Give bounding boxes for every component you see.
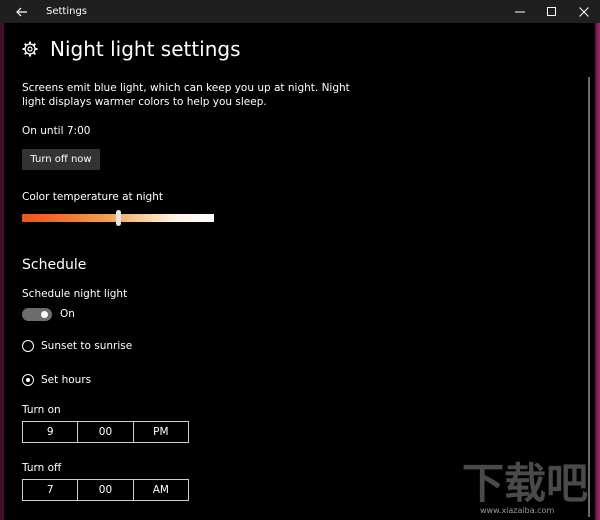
turn-on-period[interactable]: PM	[132, 422, 188, 442]
turn-off-label: Turn off	[22, 462, 62, 474]
toggle-state-label: On	[60, 308, 75, 320]
turn-off-period[interactable]: AM	[132, 480, 188, 500]
back-button[interactable]	[0, 0, 44, 23]
maximize-button[interactable]	[536, 0, 568, 23]
watermark-url: www.xiazaiba.com	[480, 506, 555, 515]
window-title: Settings	[46, 6, 88, 17]
close-button[interactable]	[568, 0, 600, 23]
color-temperature-slider[interactable]	[22, 210, 214, 226]
status-text: On until 7:00	[22, 125, 91, 137]
radio-selected-dot	[26, 378, 30, 382]
turn-off-hour[interactable]: 7	[23, 480, 77, 500]
svg-text:下载吧: 下载吧	[462, 459, 588, 508]
turn-on-hour[interactable]: 9	[23, 422, 77, 442]
maximize-icon	[547, 6, 556, 16]
page-title: Night light settings	[50, 37, 241, 61]
color-temperature-label: Color temperature at night	[22, 191, 163, 203]
set-hours-radio[interactable]	[22, 374, 34, 386]
gear-icon	[22, 41, 38, 57]
slider-thumb[interactable]	[115, 210, 121, 226]
page-description: Screens emit blue light, which can keep …	[22, 82, 350, 108]
schedule-toggle[interactable]	[22, 308, 52, 321]
toggle-knob	[41, 311, 48, 318]
minimize-button[interactable]	[504, 0, 536, 23]
turn-off-time-picker[interactable]: 7 00 AM	[22, 479, 189, 501]
turn-on-minute[interactable]: 00	[77, 422, 132, 442]
schedule-section-title: Schedule	[22, 257, 87, 273]
schedule-night-light-label: Schedule night light	[22, 288, 128, 300]
turn-off-minute[interactable]: 00	[77, 480, 132, 500]
back-arrow-icon	[16, 7, 27, 16]
window-controls	[504, 0, 600, 23]
set-hours-label[interactable]: Set hours	[41, 374, 91, 386]
sunset-to-sunrise-label[interactable]: Sunset to sunrise	[41, 340, 132, 352]
turn-off-now-button[interactable]: Turn off now	[22, 149, 100, 170]
close-icon	[579, 6, 589, 17]
turn-on-label: Turn on	[22, 404, 61, 416]
sunset-to-sunrise-radio[interactable]	[22, 340, 34, 352]
page-header: Night light settings	[22, 37, 241, 61]
title-bar: Settings	[0, 0, 600, 23]
minimize-icon	[515, 11, 525, 12]
turn-on-time-picker[interactable]: 9 00 PM	[22, 421, 189, 443]
